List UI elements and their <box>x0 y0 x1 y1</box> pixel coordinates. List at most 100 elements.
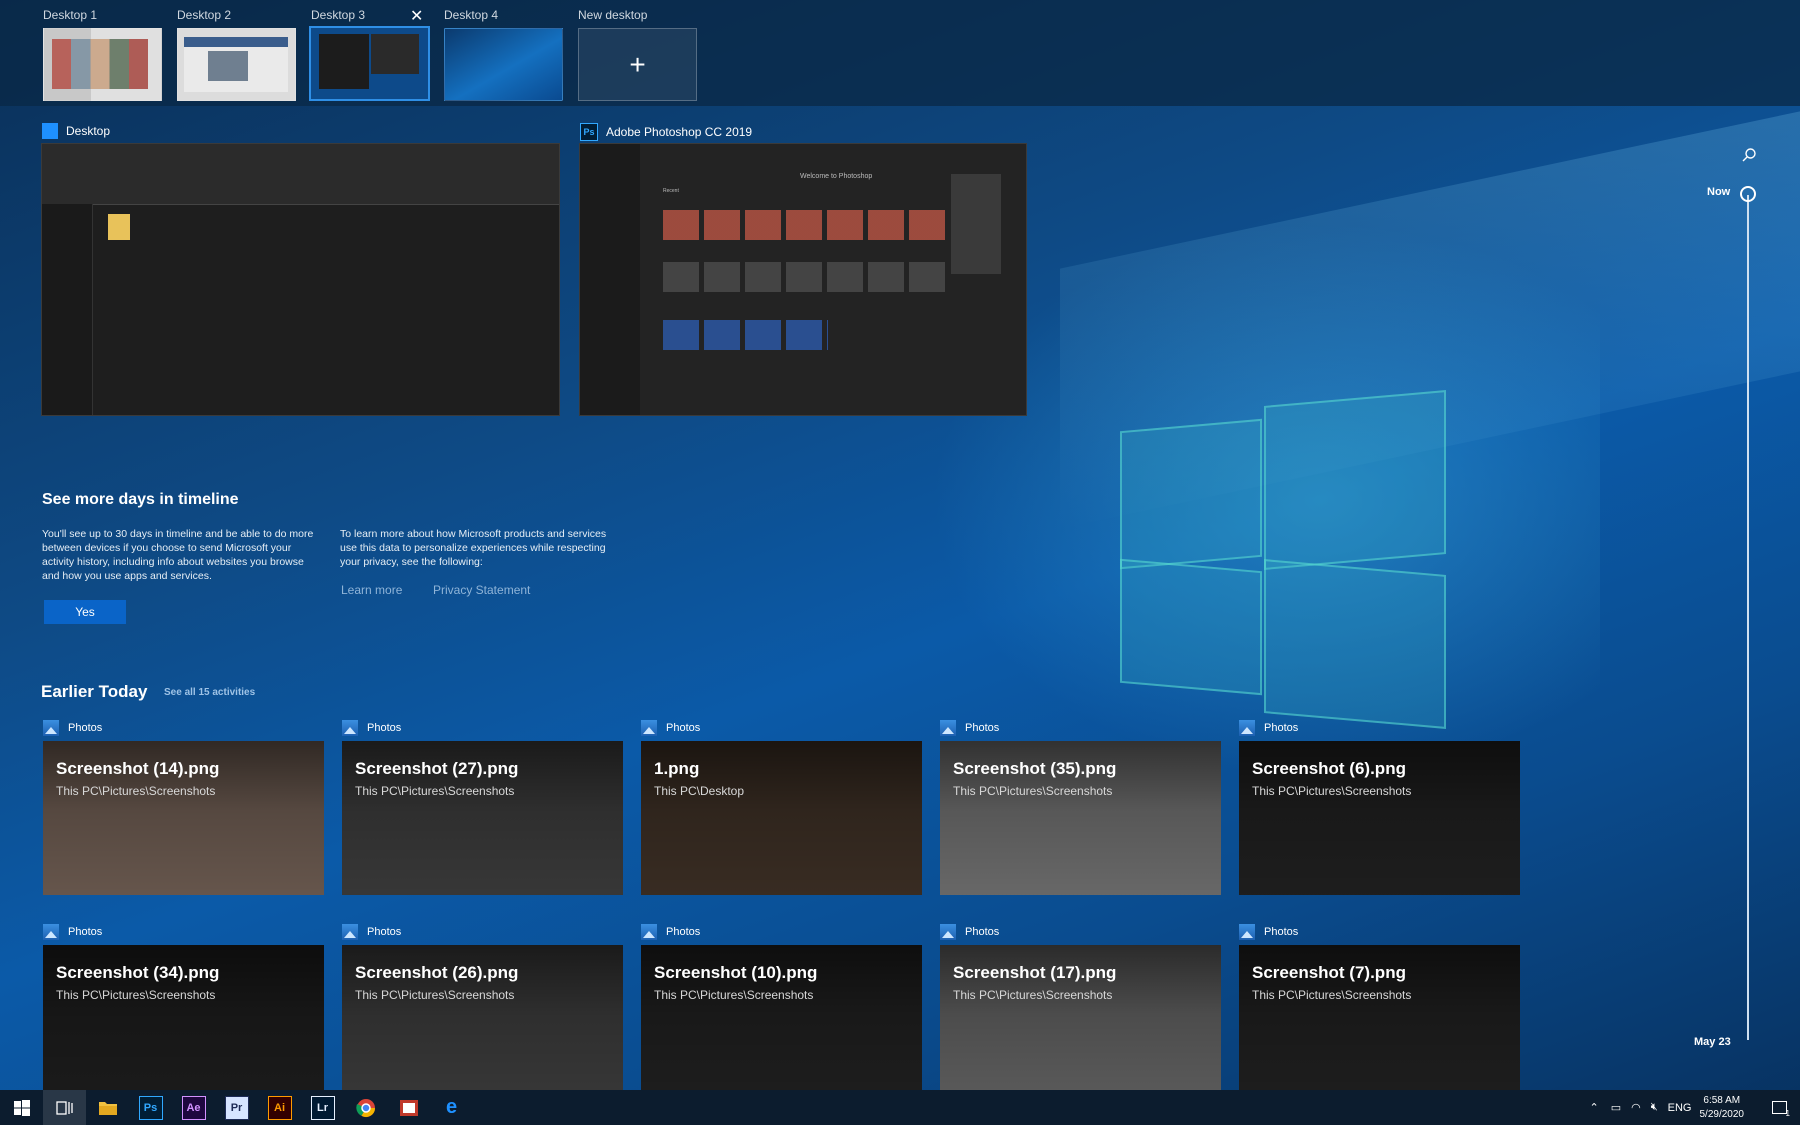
new-desktop-label: New desktop <box>578 8 648 22</box>
action-center-icon[interactable]: 1 <box>1758 1101 1800 1118</box>
activity-file-path: This PC\Desktop <box>654 784 745 798</box>
privacy-info-text: To learn more about how Microsoft produc… <box>340 528 607 568</box>
activity-card[interactable]: Screenshot (27).png This PC\Pictures\Scre… <box>342 741 623 895</box>
timeline-scrollbar[interactable] <box>1747 195 1749 1040</box>
activity-app-name: Photos <box>1264 926 1299 938</box>
photoshop-icon: Ps <box>580 123 598 141</box>
timeline-date-label: May 23 <box>1694 1036 1731 1048</box>
activity-card[interactable]: 1.png This PC\Desktop <box>641 741 922 895</box>
taskbar-chrome-button[interactable] <box>344 1090 387 1125</box>
illustrator-icon: Ai <box>267 1095 292 1120</box>
photos-app-icon <box>641 924 657 940</box>
activity-card[interactable]: Screenshot (7).png This PC\Pictures\Scree… <box>1239 945 1520 1099</box>
activity-app-header: Photos <box>342 924 401 940</box>
windows-start-icon <box>11 1097 33 1119</box>
taskbar-after-effects-button[interactable]: Ae <box>172 1090 215 1125</box>
activity-file-path: This PC\Pictures\Screenshots <box>56 784 216 798</box>
activity-app-name: Photos <box>965 722 1000 734</box>
activity-file-name: Screenshot (6).png <box>1252 759 1406 778</box>
photos-app-icon <box>1239 720 1255 736</box>
taskbar-premiere-button[interactable]: Pr <box>215 1090 258 1125</box>
language-indicator[interactable]: ENG <box>1668 1102 1692 1114</box>
taskbar-lightroom-button[interactable]: Lr <box>301 1090 344 1125</box>
activity-app-header: Photos <box>940 924 999 940</box>
activity-card[interactable]: Screenshot (26).png This PC\Pictures\Scre… <box>342 945 623 1099</box>
taskbar-file-explorer-button[interactable] <box>86 1090 129 1125</box>
activity-app-header: Photos <box>1239 720 1298 736</box>
activity-file-name: Screenshot (7).png <box>1252 963 1406 982</box>
desktop-3[interactable]: Desktop 3 ✕ <box>309 8 430 101</box>
activity-app-name: Photos <box>68 722 103 734</box>
desktop-4[interactable]: Desktop 4 <box>444 8 563 101</box>
window-preview-explorer[interactable] <box>41 143 560 416</box>
wallpaper-logo-pane <box>1120 558 1262 696</box>
activity-file-name: Screenshot (27).png <box>355 759 519 778</box>
activity-file-name: Screenshot (14).png <box>56 759 220 778</box>
premiere-icon: Pr <box>224 1095 249 1120</box>
edge-icon: e <box>445 1096 458 1118</box>
wifi-icon[interactable]: ◠ <box>1631 1101 1641 1114</box>
privacy-statement-link[interactable]: Privacy Statement <box>433 583 530 597</box>
photos-app-icon <box>342 924 358 940</box>
see-all-activities-link[interactable]: See all 15 activities <box>164 687 255 698</box>
activity-file-name: Screenshot (10).png <box>654 963 818 982</box>
activity-app-name: Photos <box>666 926 701 938</box>
activity-app-header: Photos <box>342 720 401 736</box>
photoshop-icon: Ps <box>138 1095 163 1120</box>
activity-card[interactable]: Screenshot (10).png This PC\Pictures\Scre… <box>641 945 922 1099</box>
taskbar-photoshop-button[interactable]: Ps <box>129 1090 172 1125</box>
desktop-label: Desktop 1 <box>43 8 98 22</box>
taskbar-task-view-button[interactable] <box>43 1090 86 1125</box>
timeline-scroll-knob[interactable] <box>1740 186 1756 202</box>
chevron-up-icon[interactable]: ⌃ <box>1589 1101 1598 1114</box>
lightroom-icon: Lr <box>310 1095 335 1120</box>
snip-icon <box>398 1097 420 1119</box>
activity-app-name: Photos <box>1264 722 1299 734</box>
activity-card[interactable]: Screenshot (17).png This PC\Pictures\Scre… <box>940 945 1221 1099</box>
add-desktop-tile[interactable]: + <box>578 28 697 101</box>
window-preview-photoshop[interactable]: Welcome to Photoshop Recent <box>579 143 1027 416</box>
desktop-thumbnail[interactable] <box>444 28 563 101</box>
taskbar-snip-button[interactable] <box>387 1090 430 1125</box>
earlier-today-title: Earlier Today <box>41 682 148 701</box>
system-tray: ⌃ ▭ ◠ 🔇︎ ENG 6:58 AM 5/29/2020 1 <box>1589 1090 1800 1125</box>
activity-card[interactable]: Screenshot (14).png This PC\Pictures\Scre… <box>43 741 324 895</box>
desktop-label: Desktop 2 <box>177 8 232 22</box>
photos-app-icon <box>1239 924 1255 940</box>
taskbar-illustrator-button[interactable]: Ai <box>258 1090 301 1125</box>
activity-app-header: Photos <box>940 720 999 736</box>
photoshop-recent-label: Recent <box>663 188 679 194</box>
desktop-thumbnail[interactable] <box>43 28 162 101</box>
plus-icon: + <box>629 48 646 80</box>
desktop-1[interactable]: Desktop 1 <box>43 8 162 101</box>
yes-button[interactable]: Yes <box>44 600 126 624</box>
timeline-now-label: Now <box>1707 186 1731 198</box>
search-icon[interactable] <box>1742 148 1756 162</box>
clock[interactable]: 6:58 AM 5/29/2020 <box>1700 1094 1745 1122</box>
notification-count: 1 <box>1785 1109 1790 1118</box>
new-desktop-button[interactable]: New desktop + <box>578 8 697 101</box>
activity-card[interactable]: Screenshot (6).png This PC\Pictures\Scree… <box>1239 741 1520 895</box>
desktop-thumbnail[interactable] <box>177 28 296 101</box>
desktop-2[interactable]: Desktop 2 <box>177 8 296 101</box>
activity-file-name: Screenshot (34).png <box>56 963 220 982</box>
activity-card[interactable]: Screenshot (35).png This PC\Pictures\Scre… <box>940 741 1221 895</box>
desktop-label: Desktop 4 <box>444 8 499 22</box>
activity-file-path: This PC\Pictures\Screenshots <box>1252 784 1412 798</box>
activity-file-path: This PC\Pictures\Screenshots <box>654 988 814 1002</box>
timeline-info-title: See more days in timeline <box>42 491 239 508</box>
task-view-icon <box>54 1097 76 1119</box>
taskbar-start-button[interactable] <box>0 1090 43 1125</box>
battery-icon[interactable]: ▭ <box>1611 1101 1621 1114</box>
window-title-explorer[interactable]: Desktop <box>42 123 110 139</box>
learn-more-link[interactable]: Learn more <box>341 583 402 597</box>
taskbar-edge-button[interactable]: e <box>430 1090 473 1125</box>
taskbar: Ps Ae Pr Ai Lr e ⌃ ▭ ◠ 🔇︎ ENG 6:58 AM 5/29/20… <box>0 1090 1800 1125</box>
activity-app-name: Photos <box>68 926 103 938</box>
activity-file-path: This PC\Pictures\Screenshots <box>355 988 515 1002</box>
desktop-label: Desktop 3 <box>311 8 366 22</box>
window-title-photoshop[interactable]: Ps Adobe Photoshop CC 2019 <box>580 123 752 141</box>
volume-muted-icon[interactable]: 🔇︎ <box>1651 1101 1658 1114</box>
activity-card[interactable]: Screenshot (34).png This PC\Pictures\Scre… <box>43 945 324 1099</box>
desktop-thumbnail[interactable] <box>309 26 430 101</box>
